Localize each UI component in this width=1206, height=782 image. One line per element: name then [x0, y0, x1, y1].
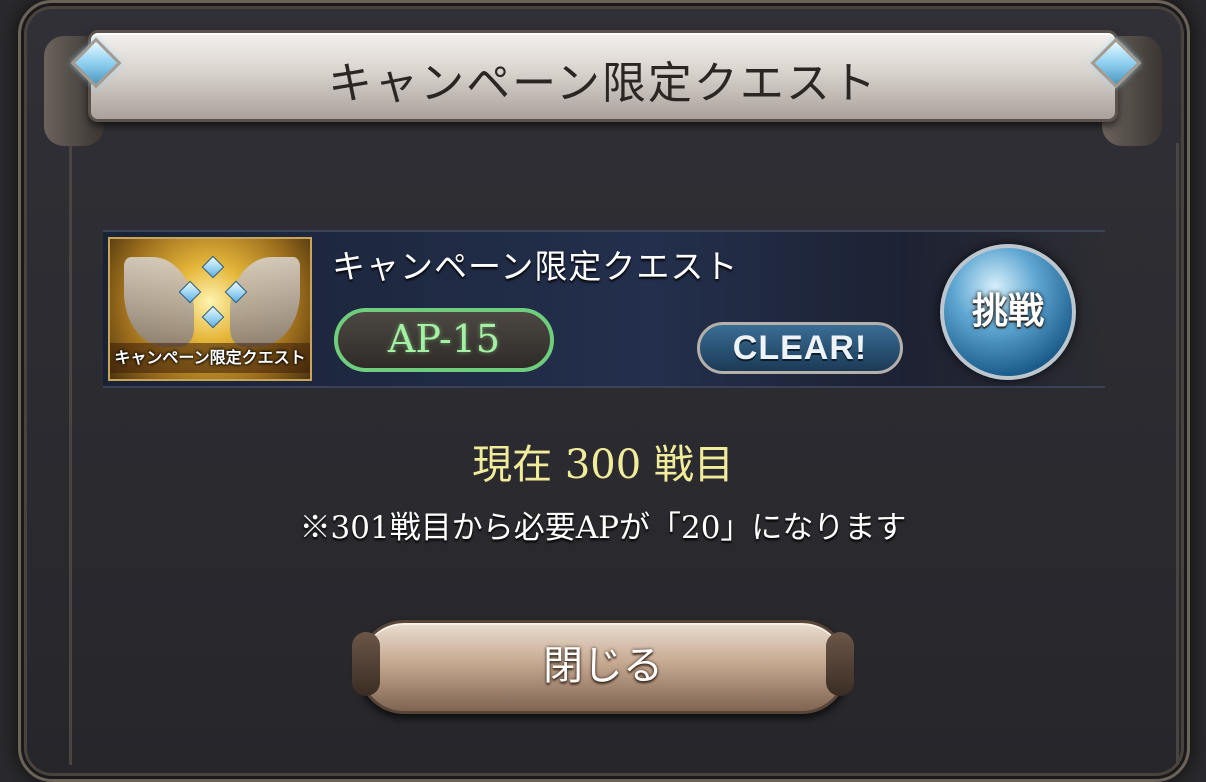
close-button-label: 閉じる — [543, 643, 663, 689]
dialog-title: キャンペーン限定クエスト — [328, 58, 878, 109]
challenge-button[interactable]: 挑戦 — [940, 244, 1076, 380]
ap-cost-badge: AP-15 — [334, 308, 554, 372]
wing-left-shape — [124, 257, 194, 347]
quest-name: キャンペーン限定クエスト — [332, 247, 739, 286]
wing-right-shape — [230, 257, 300, 347]
close-button[interactable]: 閉じる — [358, 620, 848, 714]
crystal-shape — [201, 305, 225, 329]
ap-notice-text: ※301戦目から必要APが「20」になります — [299, 510, 907, 546]
title-banner: キャンペーン限定クエスト — [88, 30, 1118, 122]
quest-thumbnail-image: キャンペーン限定クエスト — [108, 237, 312, 381]
clear-badge: CLEAR! — [697, 322, 903, 374]
close-button-left-ornament — [352, 632, 380, 696]
crystal-shape — [201, 255, 225, 279]
battle-count-text: 現在 300 戦目 — [472, 442, 734, 488]
close-button-right-ornament — [826, 632, 854, 696]
thumbnail-caption: キャンペーン限定クエスト — [110, 343, 310, 373]
